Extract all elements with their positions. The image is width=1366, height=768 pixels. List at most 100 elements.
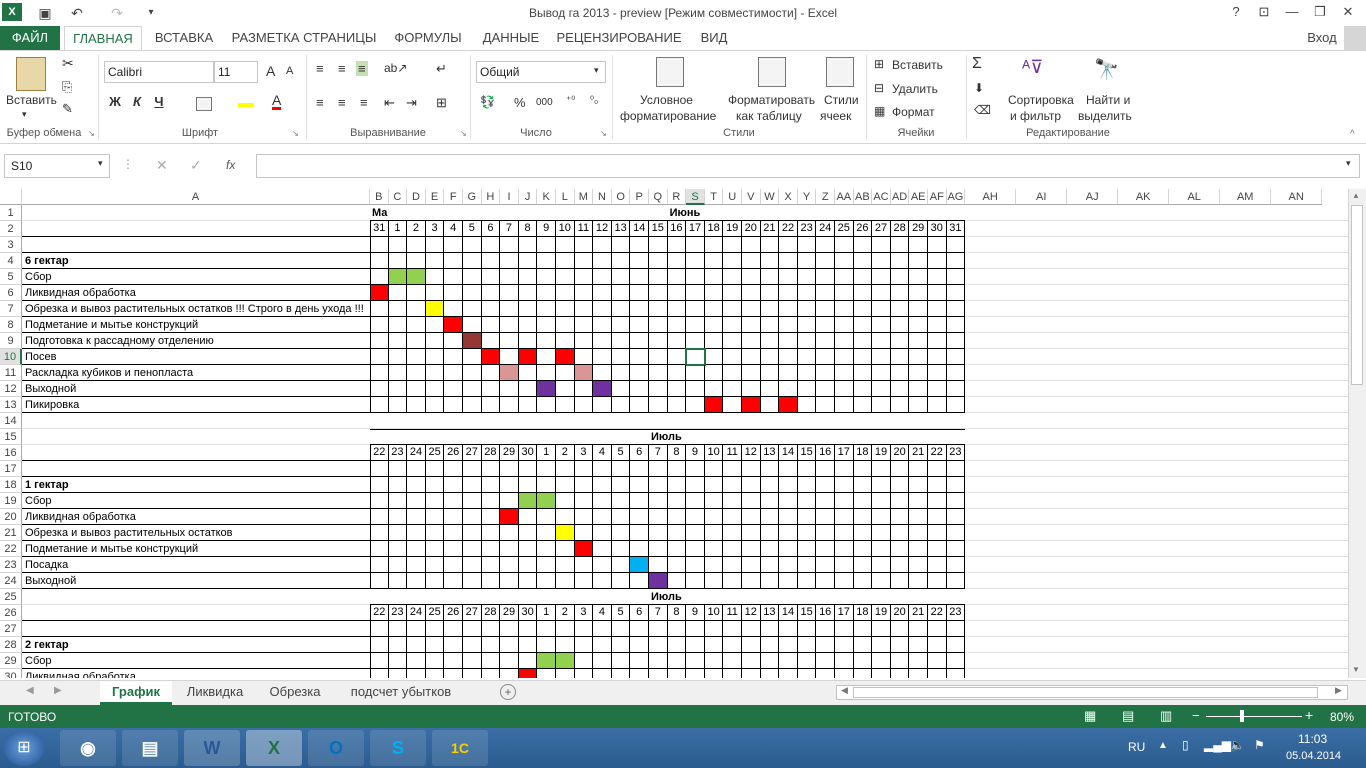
schedule-cell[interactable] [556, 621, 575, 637]
schedule-cell[interactable] [835, 653, 854, 669]
row-header[interactable]: 21 [0, 525, 22, 541]
schedule-cell[interactable] [574, 349, 594, 365]
next-sheet-icon[interactable]: ▶ [54, 685, 62, 696]
scheduled-task-cell[interactable] [444, 317, 463, 333]
schedule-cell[interactable] [742, 653, 761, 669]
date-cell[interactable]: 3 [574, 605, 594, 621]
schedule-cell[interactable] [425, 573, 445, 589]
paste-icon[interactable] [16, 57, 46, 91]
schedule-cell[interactable] [667, 285, 687, 301]
schedule-cell[interactable] [760, 653, 780, 669]
schedule-cell[interactable] [407, 653, 426, 669]
row-header[interactable]: 8 [0, 317, 22, 333]
schedule-cell[interactable] [407, 621, 426, 637]
schedule-cell[interactable] [835, 621, 854, 637]
tab-page-layout[interactable]: РАЗМЕТКА СТРАНИЦЫ [228, 26, 380, 50]
schedule-cell[interactable] [760, 573, 780, 589]
row-header[interactable]: 10 [0, 349, 22, 365]
schedule-cell[interactable] [853, 285, 873, 301]
scheduled-task-cell[interactable] [537, 381, 556, 397]
schedule-cell[interactable] [760, 365, 780, 381]
schedule-cell[interactable] [500, 669, 519, 678]
schedule-cell[interactable] [463, 301, 482, 317]
date-cell[interactable]: 13 [611, 221, 631, 237]
schedule-cell[interactable] [388, 477, 408, 493]
schedule-cell[interactable] [779, 541, 798, 557]
schedule-cell[interactable] [574, 493, 594, 509]
schedule-cell[interactable] [407, 573, 426, 589]
schedule-cell[interactable] [444, 269, 463, 285]
schedule-cell[interactable] [853, 493, 873, 509]
column-header[interactable]: E [425, 189, 445, 205]
schedule-cell[interactable] [370, 477, 389, 493]
row-header[interactable]: 3 [0, 237, 22, 253]
schedule-cell[interactable] [816, 349, 835, 365]
schedule-cell[interactable] [742, 317, 761, 333]
schedule-cell[interactable] [370, 621, 389, 637]
date-cell[interactable]: 11 [723, 605, 742, 621]
schedule-cell[interactable] [574, 397, 594, 413]
schedule-cell[interactable] [444, 349, 463, 365]
schedule-cell[interactable] [407, 557, 426, 573]
cell-styles-label-2[interactable]: ячеек [820, 109, 851, 123]
schedule-cell[interactable] [946, 637, 966, 653]
date-cell[interactable]: 22 [370, 445, 389, 461]
schedule-cell[interactable] [797, 397, 817, 413]
schedule-cell[interactable] [872, 509, 891, 525]
scheduled-task-cell[interactable] [425, 301, 445, 317]
task-name-cell[interactable]: Обрезка и вывоз растительных остатков !!… [22, 301, 370, 317]
schedule-cell[interactable] [723, 669, 742, 678]
vertical-scroll-thumb[interactable] [1351, 205, 1363, 385]
schedule-cell[interactable] [742, 509, 761, 525]
borders-icon[interactable] [196, 97, 212, 111]
schedule-cell[interactable] [686, 397, 705, 413]
schedule-cell[interactable] [946, 461, 966, 477]
schedule-cell[interactable] [593, 461, 612, 477]
row-header[interactable]: 7 [0, 301, 22, 317]
schedule-cell[interactable] [760, 477, 780, 493]
schedule-cell[interactable] [463, 637, 482, 653]
schedule-cell[interactable] [797, 477, 817, 493]
schedule-cell[interactable] [909, 493, 928, 509]
schedule-cell[interactable] [463, 557, 482, 573]
schedule-cell[interactable] [425, 381, 445, 397]
schedule-cell[interactable] [946, 349, 966, 365]
schedule-cell[interactable] [723, 621, 742, 637]
schedule-cell[interactable] [686, 557, 705, 573]
align-right-icon[interactable]: ≡ [360, 95, 368, 110]
schedule-cell[interactable] [946, 525, 966, 541]
schedule-cell[interactable] [537, 509, 556, 525]
schedule-cell[interactable] [686, 301, 705, 317]
schedule-cell[interactable] [667, 541, 687, 557]
row-header[interactable]: 29 [0, 653, 22, 669]
schedule-cell[interactable] [500, 317, 519, 333]
schedule-cell[interactable] [872, 669, 891, 678]
schedule-cell[interactable] [723, 317, 742, 333]
paste-button[interactable]: Вставить [6, 93, 57, 107]
column-header[interactable]: AE [909, 189, 928, 205]
collapse-ribbon-icon[interactable]: ^ [1350, 129, 1355, 140]
task-name-cell[interactable] [22, 445, 370, 461]
schedule-cell[interactable] [946, 621, 966, 637]
schedule-cell[interactable] [444, 237, 463, 253]
schedule-cell[interactable] [630, 317, 649, 333]
date-cell[interactable]: 19 [872, 605, 891, 621]
schedule-cell[interactable] [760, 525, 780, 541]
schedule-cell[interactable] [890, 621, 910, 637]
schedule-cell[interactable] [686, 317, 705, 333]
restore-button[interactable]: ❐ [1306, 2, 1334, 22]
font-size-box[interactable]: 11 [214, 61, 258, 83]
task-name-cell[interactable] [22, 461, 370, 477]
date-cell[interactable]: 9 [537, 221, 556, 237]
schedule-cell[interactable] [556, 237, 575, 253]
schedule-cell[interactable] [370, 493, 389, 509]
tab-data[interactable]: ДАННЫЕ [478, 26, 544, 50]
task-name-cell[interactable]: Сбор [22, 493, 370, 509]
date-cell[interactable]: 23 [797, 221, 817, 237]
schedule-cell[interactable] [518, 269, 538, 285]
date-cell[interactable]: 22 [928, 605, 947, 621]
schedule-cell[interactable] [667, 349, 687, 365]
schedule-cell[interactable] [686, 653, 705, 669]
schedule-cell[interactable] [444, 461, 463, 477]
schedule-cell[interactable] [816, 477, 835, 493]
